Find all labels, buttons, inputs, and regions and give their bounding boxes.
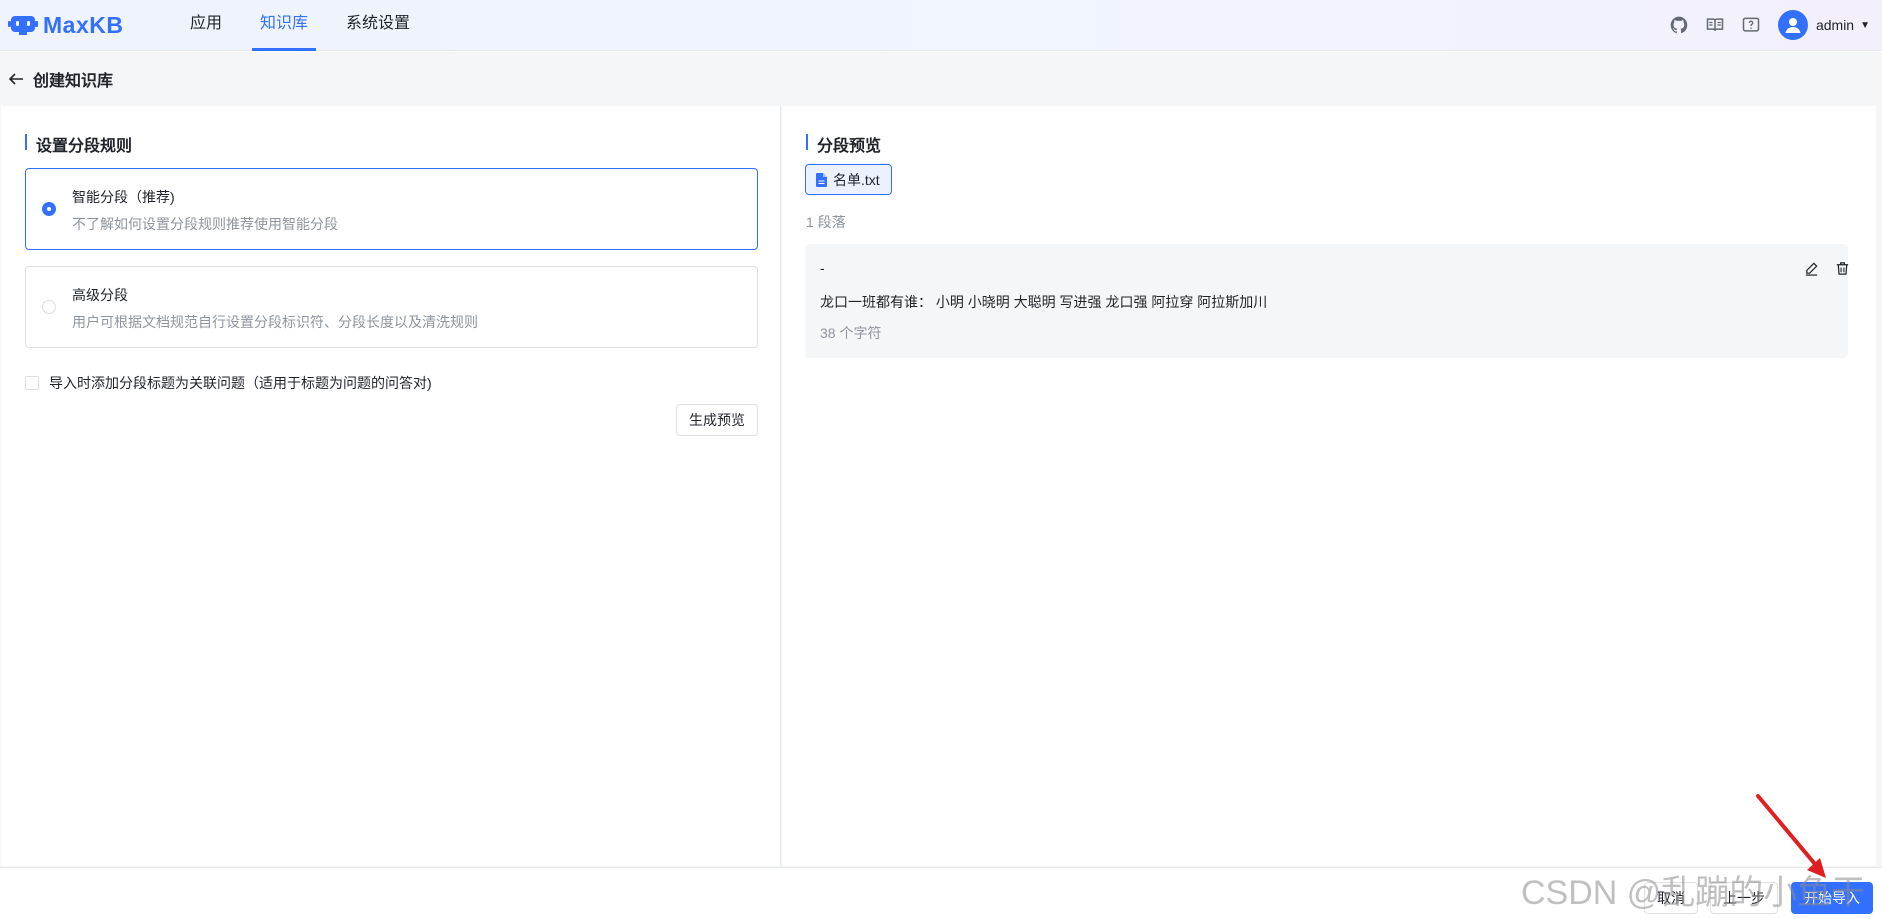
segment-title: - bbox=[820, 260, 825, 276]
segment-card: - 龙口一班都有谁： 小明 小晓明 大聪明 写进强 龙口强 阿拉穿 阿拉斯加川 … bbox=[805, 244, 1848, 358]
radio-button[interactable] bbox=[42, 300, 56, 314]
segment-preview-panel: 分段预览 名单.txt 1 段落 - 龙口一班都有谁： 小明 小晓明 大聪明 写… bbox=[782, 106, 1876, 866]
github-icon[interactable] bbox=[1668, 14, 1690, 36]
avatar[interactable] bbox=[1777, 10, 1808, 40]
title-as-question-checkbox[interactable] bbox=[25, 376, 39, 390]
username[interactable]: admin bbox=[1816, 17, 1854, 33]
robot-logo-icon bbox=[8, 16, 38, 35]
edit-icon[interactable] bbox=[1802, 259, 1820, 277]
file-icon bbox=[816, 172, 827, 187]
back-arrow-icon[interactable] bbox=[7, 70, 25, 88]
page-title: 创建知识库 bbox=[33, 73, 114, 90]
nav-item-knowledge[interactable]: 知识库 bbox=[252, 0, 317, 51]
main-content: 设置分段规则 智能分段（推荐) 不了解如何设置分段规则推荐使用智能分段 高级分段… bbox=[0, 106, 1882, 867]
radio-title: 高级分段 bbox=[72, 287, 128, 303]
segment-rules-panel: 设置分段规则 智能分段（推荐) 不了解如何设置分段规则推荐使用智能分段 高级分段… bbox=[1, 106, 781, 866]
file-tab[interactable]: 名单.txt bbox=[805, 164, 892, 195]
main-nav: 应用 知识库 系统设置 bbox=[182, 0, 440, 51]
nav-item-settings[interactable]: 系统设置 bbox=[338, 0, 418, 51]
start-import-button[interactable]: 开始导入 bbox=[1791, 882, 1873, 914]
checkbox-label: 导入时添加分段标题为关联问题（适用于标题为问题的问答对) bbox=[49, 375, 432, 391]
delete-icon[interactable] bbox=[1833, 259, 1851, 277]
nav-item-apps[interactable]: 应用 bbox=[182, 0, 230, 51]
radio-description: 不了解如何设置分段规则推荐使用智能分段 bbox=[72, 216, 338, 232]
radio-description: 用户可根据文档规范自行设置分段标识符、分段长度以及清洗规则 bbox=[72, 314, 478, 330]
top-header: MaxKB 应用 知识库 系统设置 admin ▼ bbox=[0, 0, 1882, 51]
preview-section-title: 分段预览 bbox=[806, 132, 881, 156]
rules-section-title: 设置分段规则 bbox=[25, 132, 132, 156]
prev-step-button[interactable]: 上一步 bbox=[1710, 882, 1778, 914]
segment-char-count: 38 个字符 bbox=[820, 325, 882, 341]
header-actions: admin ▼ bbox=[1654, 10, 1870, 40]
radio-title: 智能分段（推荐) bbox=[72, 189, 175, 205]
chevron-down-icon[interactable]: ▼ bbox=[1860, 20, 1870, 31]
book-icon[interactable] bbox=[1704, 14, 1726, 36]
app-logo[interactable]: MaxKB bbox=[8, 12, 168, 39]
footer-actions: 取消 上一步 开始导入 bbox=[0, 867, 1882, 919]
user-icon bbox=[1785, 18, 1801, 33]
help-icon[interactable] bbox=[1740, 14, 1762, 36]
cancel-button[interactable]: 取消 bbox=[1644, 882, 1698, 914]
radio-button[interactable] bbox=[42, 202, 56, 216]
radio-advanced-segment[interactable]: 高级分段 用户可根据文档规范自行设置分段标识符、分段长度以及清洗规则 bbox=[25, 266, 758, 348]
generate-preview-button[interactable]: 生成预览 bbox=[676, 404, 758, 436]
page-titlebar: 创建知识库 bbox=[0, 52, 1882, 106]
file-name: 名单.txt bbox=[833, 171, 880, 188]
radio-smart-segment[interactable]: 智能分段（推荐) 不了解如何设置分段规则推荐使用智能分段 bbox=[25, 168, 758, 250]
app-name: MaxKB bbox=[43, 11, 124, 38]
title-as-question-checkbox-row[interactable]: 导入时添加分段标题为关联问题（适用于标题为问题的问答对) bbox=[25, 373, 432, 393]
segment-count: 1 段落 bbox=[806, 214, 846, 230]
segment-content: 龙口一班都有谁： 小明 小晓明 大聪明 写进强 龙口强 阿拉穿 阿拉斯加川 bbox=[820, 294, 1268, 310]
